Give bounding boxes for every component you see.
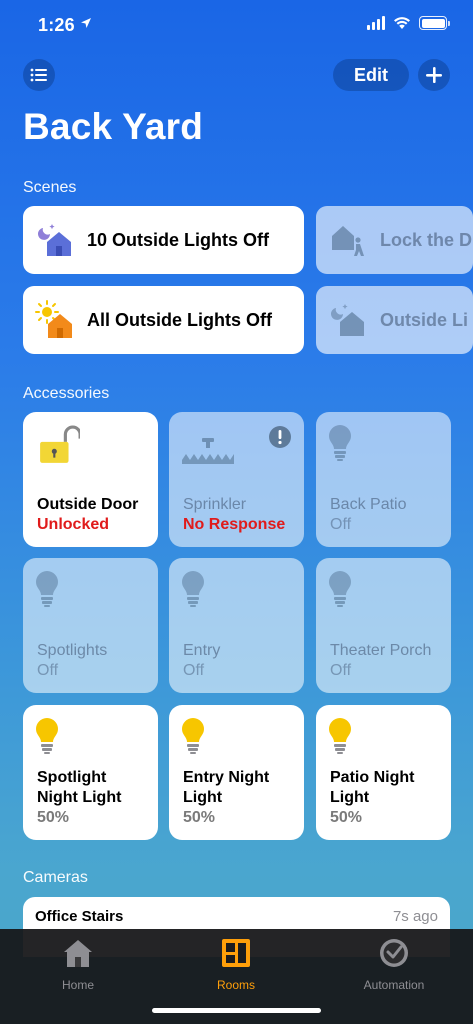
accessory-patio-night-light[interactable]: Patio Night Light 50% (316, 705, 451, 840)
house-icon (64, 940, 92, 967)
home-indicator (152, 1008, 321, 1013)
accessory-back-patio[interactable]: Back Patio Off (316, 412, 451, 547)
scene-all-outside-lights-off[interactable]: All Outside Lights Off (23, 286, 304, 354)
accessory-status: Off (37, 662, 59, 679)
unlocked-padlock-icon (40, 425, 80, 463)
sun-home-icon (35, 300, 72, 338)
accessories-section-label: Accessories (23, 385, 110, 402)
lightbulb-icon (36, 571, 58, 607)
accessory-name: Patio Night Light (330, 769, 415, 806)
rooms-icon (222, 939, 250, 967)
accessory-status: Unlocked (37, 516, 110, 533)
clock-icon (380, 939, 408, 967)
scene-label: All Outside Lights Off (87, 309, 272, 330)
scenes-section-label: Scenes (23, 179, 77, 196)
accessory-spotlights[interactable]: Spotlights Off (23, 558, 158, 693)
location-arrow-icon (81, 18, 91, 28)
accessory-name: Spotlight Night Light (37, 769, 122, 806)
status-indicators (367, 16, 450, 30)
accessory-name: Sprinkler (183, 496, 247, 513)
list-icon (30, 68, 47, 82)
scene-outside-lights[interactable]: Outside Li (316, 286, 473, 354)
accessory-status: Off (330, 662, 352, 679)
accessory-status: Off (330, 516, 352, 533)
accessory-status: 50% (183, 809, 216, 826)
accessory-outside-door[interactable]: Outside Door Unlocked (23, 412, 158, 547)
accessory-name: Back Patio (330, 496, 407, 513)
camera-name: Office Stairs (35, 908, 124, 925)
scene-label: 10 Outside Lights Off (87, 229, 270, 250)
battery-icon (419, 16, 450, 30)
lightbulb-icon (182, 718, 204, 754)
tab-automation[interactable]: Automation (344, 937, 444, 992)
camera-timestamp: 7s ago (392, 908, 438, 925)
plus-icon (426, 67, 442, 83)
lightbulb-icon (36, 718, 58, 754)
scene-lock-the-door[interactable]: Lock the D (316, 206, 473, 274)
sprinkler-icon (182, 438, 234, 464)
night-home-icon (38, 224, 71, 256)
tab-rooms[interactable]: Rooms (186, 937, 286, 992)
leave-home-icon (332, 226, 364, 256)
page-title: Back Yard (23, 106, 204, 147)
accessory-name: Spotlights (37, 642, 108, 659)
accessory-theater-porch[interactable]: Theater Porch Off (316, 558, 451, 693)
accessory-status: 50% (330, 809, 363, 826)
accessory-status: Off (183, 662, 205, 679)
accessory-entry[interactable]: Entry Off (169, 558, 304, 693)
lightbulb-icon (182, 571, 204, 607)
cameras-section-label: Cameras (23, 869, 88, 886)
scene-label: Lock the D (380, 229, 473, 250)
accessory-name: Outside Door (37, 496, 139, 513)
lightbulb-icon (329, 718, 351, 754)
accessory-name: Entry (183, 642, 221, 659)
lightbulb-icon (329, 425, 351, 461)
add-button[interactable] (418, 59, 450, 91)
accessory-status: No Response (183, 516, 286, 533)
accessory-name: Theater Porch (330, 642, 432, 659)
alert-icon (269, 426, 291, 448)
accessory-name: Entry Night Light (183, 769, 270, 806)
accessory-spotlight-night-light[interactable]: Spotlight Night Light 50% (23, 705, 158, 840)
tab-label: Rooms (216, 978, 255, 992)
tab-home[interactable]: Home (28, 937, 128, 992)
night-home-icon (331, 304, 364, 336)
accessory-status: 50% (37, 809, 70, 826)
wifi-icon (394, 17, 410, 29)
tab-label: Home (61, 978, 94, 992)
accessory-entry-night-light[interactable]: Entry Night Light 50% (169, 705, 304, 840)
cellular-signal-icon (367, 16, 385, 30)
scene-label: Outside Li (380, 309, 469, 330)
status-bar: 1:26 (0, 0, 473, 50)
edit-button[interactable]: Edit (333, 59, 409, 91)
scene-10-outside-lights-off[interactable]: 10 Outside Lights Off (23, 206, 304, 274)
status-time: 1:26 (38, 15, 75, 35)
room-list-button[interactable] (23, 59, 55, 91)
lightbulb-icon (329, 571, 351, 607)
accessory-sprinkler[interactable]: Sprinkler No Response (169, 412, 304, 547)
tab-label: Automation (363, 978, 425, 992)
